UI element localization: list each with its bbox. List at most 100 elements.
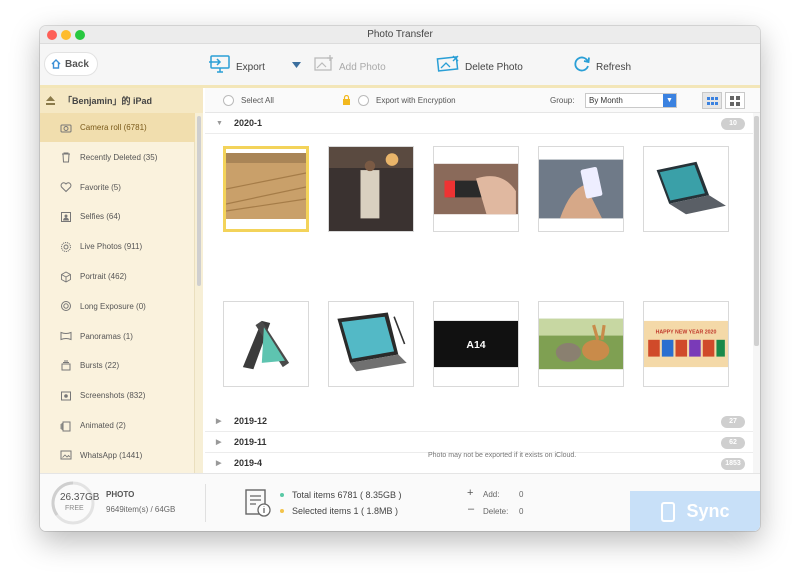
storage-ring — [51, 481, 95, 525]
refresh-button[interactable]: Refresh — [572, 54, 631, 74]
device-name: 「Benjamin」的 iPad — [63, 96, 153, 106]
minimize-window-button[interactable] — [61, 30, 71, 40]
document-info-icon — [245, 489, 271, 517]
whatsapp-album-icon — [60, 450, 72, 460]
photo-image — [644, 147, 728, 231]
chevron-down-icon[interactable]: ▼ — [216, 120, 223, 127]
delete-photo-button[interactable]: Delete Photo — [435, 54, 523, 74]
album-sidebar: Camera roll (6781) Recently Deleted (35) F… — [40, 113, 195, 473]
group-label: Group: — [550, 96, 575, 105]
group-header-2020-1[interactable]: ▼ 2020-1 10 — [205, 113, 753, 134]
photo-thumbnail-convertible-laptop[interactable] — [328, 301, 414, 387]
sidebar-item-cube[interactable]: Portrait (462) — [40, 262, 195, 291]
export-encryption-checkbox[interactable] — [358, 95, 369, 106]
sync-device-icon — [661, 501, 676, 522]
chevron-right-icon[interactable]: ▶ — [216, 438, 223, 446]
group-select[interactable]: By Month ▼ — [585, 93, 677, 108]
lock-icon — [343, 95, 350, 105]
photo-thumbnail-rabbits[interactable] — [538, 301, 624, 387]
sidebar-item-person[interactable]: Selfies (64) — [40, 202, 195, 231]
sidebar-item-bursts[interactable]: Bursts (22) — [40, 351, 195, 380]
export-options-dropdown[interactable] — [292, 62, 301, 68]
photo-image — [539, 302, 623, 386]
chevron-right-icon[interactable]: ▶ — [216, 459, 223, 467]
sidebar-item-whatsapp-album[interactable]: WhatsApp (1441) — [40, 441, 195, 470]
device-header[interactable]: 「Benjamin」的 iPad — [40, 88, 203, 113]
group-header-2019-12[interactable]: ▶ 2019-12 27 — [205, 411, 753, 432]
sidebar-item-label: Panoramas (1) — [80, 331, 133, 341]
photo-thumbnail-a14-chip[interactable]: A14 — [433, 301, 519, 387]
sidebar-item-animated[interactable]: Animated (2) — [40, 411, 195, 440]
photo-thumbnail-tablet-stand[interactable] — [223, 301, 309, 387]
group-count-badge: 62 — [721, 437, 745, 449]
selected-dot — [280, 509, 284, 513]
zoom-window-button[interactable] — [75, 30, 85, 40]
photo-thumbnail-game-controller[interactable] — [433, 146, 519, 232]
export-button[interactable]: Export — [208, 54, 265, 74]
back-button[interactable]: Back — [44, 52, 98, 76]
sidebar-item-label: Long Exposure (0) — [80, 301, 146, 311]
photo-thumbnail-new-year-2020[interactable]: HAPPY NEW YEAR 2020 — [643, 301, 729, 387]
group-title: 2020-1 — [234, 118, 263, 128]
sync-button[interactable]: Sync — [630, 491, 760, 531]
sidebar-item-live-photo[interactable]: Live Photos (911) — [40, 232, 195, 261]
photo-content: ▼ 2020-1 10 ▶ 2019-12 27 ▶ 2019-11 62 ▶ 2019-4 1853… — [205, 113, 753, 473]
grid-small-view-button[interactable] — [702, 92, 722, 109]
refresh-label: Refresh — [596, 61, 632, 73]
eject-icon — [46, 96, 55, 105]
photo-thumbnail-night-street[interactable] — [328, 146, 414, 232]
group-select-value: By Month — [589, 96, 623, 105]
export-label: Export — [236, 61, 265, 73]
free-label: FREE — [65, 505, 84, 512]
animated-icon — [60, 421, 71, 431]
sidebar-item-camera[interactable]: Camera roll (6781) — [40, 113, 195, 142]
add-photo-icon — [314, 55, 333, 71]
sidebar-scroll-thumb[interactable] — [197, 116, 201, 286]
home-icon — [51, 59, 61, 69]
sidebar-item-label: Live Photos (911) — [80, 242, 143, 252]
content-scroll-thumb[interactable] — [754, 116, 759, 346]
sidebar-item-label: Selfies (64) — [80, 212, 121, 222]
group-count-badge: 10 — [721, 118, 745, 130]
sync-label: Sync — [686, 501, 730, 521]
heart-icon — [60, 182, 72, 193]
photo-image — [434, 147, 518, 231]
total-items: Total items 6781 ( 8.35GB ) — [292, 490, 402, 500]
add-value: 0 — [519, 490, 524, 499]
photo-image — [329, 302, 413, 386]
bursts-icon — [61, 360, 71, 371]
sidebar-item-label: Portrait (462) — [80, 272, 127, 281]
refresh-icon — [574, 56, 590, 72]
add-plus-icon: + — [467, 487, 474, 499]
sidebar-item-trash[interactable]: Recently Deleted (35) — [40, 143, 195, 172]
sidebar-item-heart[interactable]: Favorite (5) — [40, 173, 195, 202]
group-title: 2019-12 — [234, 416, 268, 426]
photo-image — [224, 302, 308, 386]
close-window-button[interactable] — [47, 30, 57, 40]
sidebar-item-panorama[interactable]: Panoramas (1) — [40, 322, 195, 351]
sidebar-item-label: Bursts (22) — [80, 361, 120, 371]
photo-image — [329, 147, 413, 231]
photo-caption: HAPPY NEW YEAR 2020 — [656, 330, 717, 336]
group-header-2019-11[interactable]: ▶ 2019-11 62 — [205, 432, 753, 453]
delete-photo-label: Delete Photo — [465, 61, 523, 73]
select-all-label: Select All — [241, 96, 274, 105]
sidebar-item-long-exposure[interactable]: Long Exposure (0) — [40, 292, 195, 321]
photo-image: HAPPY NEW YEAR 2020 — [644, 302, 728, 386]
group-count-badge: 1853 — [721, 458, 745, 470]
camera-icon — [60, 124, 72, 132]
total-dot — [280, 493, 284, 497]
sidebar-item-screenshot[interactable]: Screenshots (832) — [40, 381, 195, 410]
photo-thumbnail-laptop[interactable] — [643, 146, 729, 232]
add-photo-button[interactable]: Add Photo — [313, 54, 386, 74]
photo-image — [539, 147, 623, 231]
photo-thumbnail-wood-table[interactable] — [223, 146, 309, 232]
panorama-icon — [60, 331, 72, 341]
screenshot-icon — [61, 391, 71, 401]
grid-large-icon — [730, 95, 740, 106]
export-encryption-label: Export with Encryption — [376, 96, 456, 105]
select-all-checkbox[interactable] — [223, 95, 234, 106]
grid-large-view-button[interactable] — [725, 92, 745, 109]
photo-thumbnail-phone-hands[interactable] — [538, 146, 624, 232]
chevron-right-icon[interactable]: ▶ — [216, 417, 223, 425]
